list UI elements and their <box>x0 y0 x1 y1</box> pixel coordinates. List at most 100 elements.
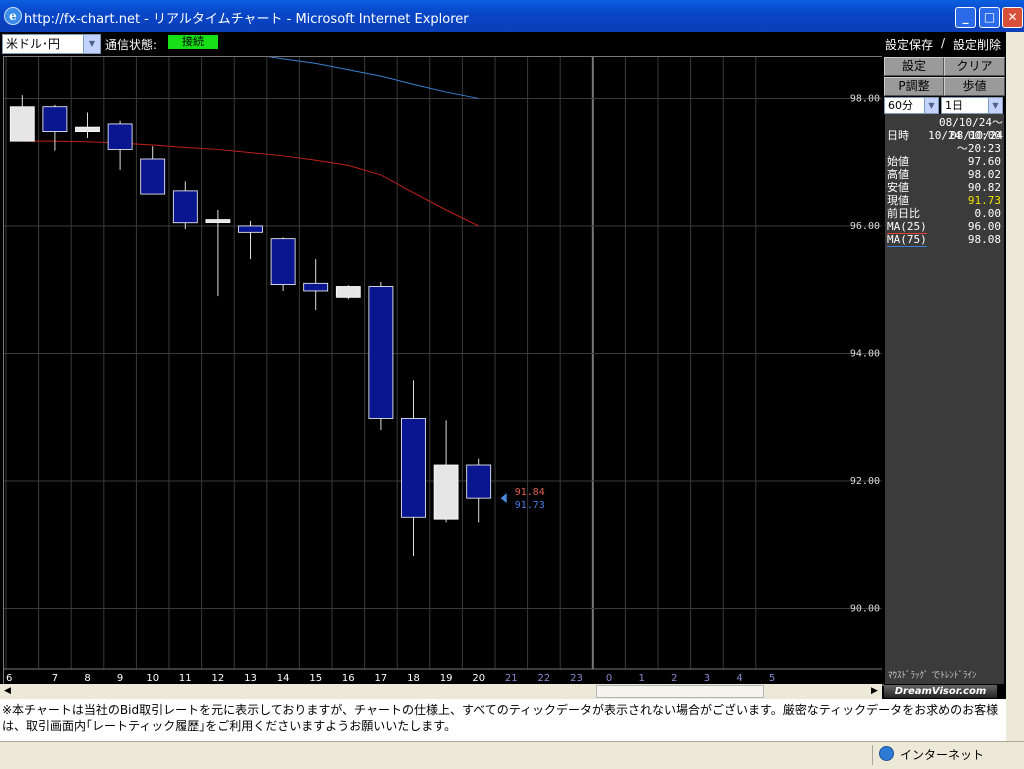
candle-body <box>368 286 394 419</box>
info-value: 91.73 <box>967 194 1001 207</box>
chart-grid <box>4 57 883 670</box>
settings-separator: / <box>941 36 946 50</box>
info-value: 96.00 <box>967 220 1001 233</box>
x-tick-label: 13 <box>244 673 257 684</box>
info-label: 現値 <box>887 194 909 207</box>
info-value: 98.02 <box>967 168 1001 181</box>
clear-button[interactable]: クリア <box>944 57 1005 76</box>
info-label: 前日比 <box>887 207 920 220</box>
delete-settings-link[interactable]: 設定削除 <box>953 36 1001 53</box>
interval-select[interactable]: 60分 ▼ <box>884 97 939 114</box>
close-button[interactable]: ✕ <box>1002 7 1023 28</box>
y-tick-label: 96.00 <box>850 221 880 232</box>
candle-body <box>303 282 329 292</box>
chevron-down-icon[interactable]: ▼ <box>83 35 100 53</box>
minimize-button[interactable]: _ <box>955 7 976 28</box>
info-value: 0.00 <box>974 207 1002 220</box>
ma-line <box>22 140 479 227</box>
page-vertical-scrollbar[interactable] <box>1006 32 1024 741</box>
info-row-open: 始値 97.60 <box>887 155 1003 168</box>
candle-body <box>172 190 198 224</box>
candle-body <box>401 418 426 518</box>
candle-body <box>75 126 100 132</box>
info-label: MA(75) <box>887 233 927 247</box>
candle-body <box>42 106 68 132</box>
save-settings-link[interactable]: 設定保存 <box>885 36 933 53</box>
x-tick-label: 5 <box>769 673 775 684</box>
tick-history-button[interactable]: 歩値 <box>944 77 1005 96</box>
x-tick-label: 16 <box>342 673 355 684</box>
info-datetime-end-row: ～20:23 <box>887 142 1003 155</box>
globe-icon <box>879 746 894 761</box>
info-value: 97.60 <box>967 155 1001 168</box>
y-tick-label: 94.00 <box>850 348 880 359</box>
x-tick-label: 23 <box>570 673 583 684</box>
y-tick-label: 90.00 <box>850 603 880 614</box>
info-value: 98.08 <box>967 233 1001 246</box>
moving-average-lines <box>22 21 479 227</box>
x-tick-label: 6 <box>6 673 12 684</box>
chevron-down-icon[interactable]: ▼ <box>924 98 938 113</box>
info-datetime-row: 日時 10/24 00:00 <box>887 129 1003 142</box>
info-datetime-value: 10/24 00:00 <box>928 129 1001 142</box>
y-axis-ticks: 98.00 96.00 94.00 92.00 90.00 <box>850 93 880 614</box>
window-titlebar: e http://fx-chart.net - リアルタイムチャート - Mic… <box>0 0 1024 32</box>
security-zone: インターネット <box>872 745 1021 765</box>
info-value: 90.82 <box>967 181 1001 194</box>
window-title: http://fx-chart.net - リアルタイムチャート - Micro… <box>24 12 469 27</box>
x-tick-label: 12 <box>212 673 225 684</box>
candles <box>9 95 492 557</box>
x-tick-label: 22 <box>538 673 551 684</box>
candle-body <box>466 464 492 499</box>
info-label: MA(25) <box>887 220 927 234</box>
y-tick-label: 92.00 <box>850 476 880 487</box>
y-tick-label: 98.00 <box>850 93 880 104</box>
candle-body <box>140 158 166 195</box>
chart-area[interactable]: 98.00 96.00 94.00 92.00 90.00 6 7 8 9 10 11 12 13 14… <box>3 21 884 686</box>
x-tick-label: 4 <box>736 673 742 684</box>
ma-line <box>22 21 479 99</box>
candlestick-chart[interactable]: 98.0096.0094.0092.0090.00 6 7 8 9 10 11 12 13 14… <box>4 21 883 685</box>
x-tick-label: 19 <box>440 673 453 684</box>
candle-body <box>335 286 361 298</box>
ie-logo-icon: e <box>4 7 22 25</box>
x-tick-label: 0 <box>606 673 612 684</box>
info-label: 始値 <box>887 155 909 168</box>
scroll-left-icon[interactable]: ◀ <box>0 684 15 699</box>
x-tick-label: 20 <box>472 673 485 684</box>
info-datetime-label: 日時 <box>887 129 909 142</box>
price-marker-label: 91.73 <box>515 500 545 511</box>
x-axis-ticks: 6 7 8 9 10 11 12 13 14 15 16 17 18 19 20 21 22 23 0 1 2 3 4 5 <box>6 673 775 684</box>
chevron-down-icon[interactable]: ▼ <box>988 98 1002 113</box>
scroll-right-icon[interactable]: ▶ <box>867 684 882 699</box>
x-tick-label: 21 <box>505 673 518 684</box>
price-arrow-icon <box>500 493 507 504</box>
connection-status-badge: 接続 <box>168 35 218 49</box>
scrollbar-thumb[interactable] <box>596 685 764 698</box>
x-tick-label: 2 <box>671 673 677 684</box>
price-info-box: 08/10/24～08/10/24 日時 10/24 00:00 ～20:23 … <box>885 114 1004 256</box>
interval-value: 60分 <box>888 99 913 112</box>
info-datetime-end: ～20:23 <box>956 142 1001 155</box>
candle-body <box>9 106 35 142</box>
currency-pair-select[interactable]: 米ドル･円 ▼ <box>2 34 101 54</box>
x-tick-label: 18 <box>407 673 420 684</box>
x-tick-label: 17 <box>375 673 388 684</box>
price-adjust-button[interactable]: P調整 <box>884 77 944 96</box>
maximize-button[interactable]: □ <box>979 7 1000 28</box>
x-tick-label: 7 <box>52 673 58 684</box>
info-row-ma25: MA(25) 96.00 <box>887 220 1003 234</box>
info-row-low: 安値 90.82 <box>887 181 1003 194</box>
settings-button[interactable]: 設定 <box>884 57 944 76</box>
candle-body <box>238 225 263 233</box>
x-tick-label: 11 <box>179 673 192 684</box>
status-bar: インターネット <box>0 741 1024 769</box>
range-select[interactable]: 1日 ▼ <box>941 97 1003 114</box>
panel-blank-area <box>885 256 1004 684</box>
chart-horizontal-scrollbar[interactable]: ◀ ▶ <box>0 684 882 699</box>
currency-pair-value: 米ドル･円 <box>6 37 61 51</box>
x-tick-label: 14 <box>277 673 290 684</box>
dreamvisor-logo[interactable]: DreamVisor.com <box>884 685 997 698</box>
info-period: 08/10/24～08/10/24 <box>939 116 1003 142</box>
candle-body <box>270 238 296 285</box>
